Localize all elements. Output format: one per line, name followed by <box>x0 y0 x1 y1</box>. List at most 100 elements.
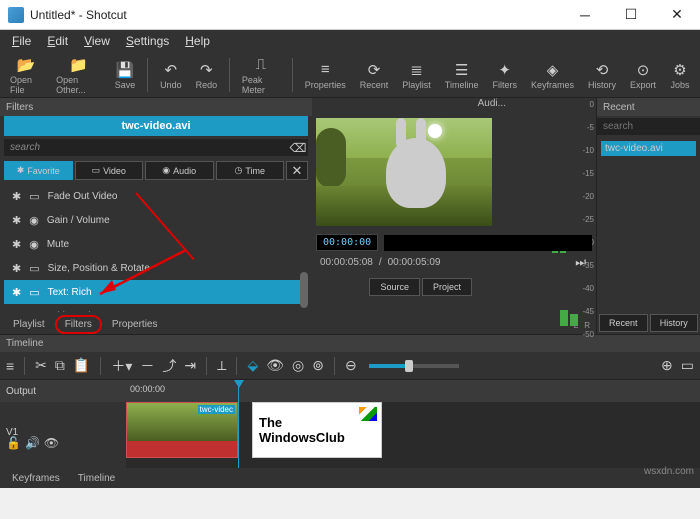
filter-item-selected[interactable]: ✱▭Text: Rich <box>4 280 308 304</box>
video-icon: ▭ <box>29 262 39 275</box>
timeline-panel-title: Timeline <box>0 334 700 352</box>
tab-playlist[interactable]: Playlist <box>4 316 54 333</box>
zoom-fit-icon[interactable]: ▭ <box>681 357 694 374</box>
filters-panel: Filters twc-video.avi ⌫ ✱Favorite ▭Video… <box>0 98 312 334</box>
export-button[interactable]: ⊙Export <box>624 58 662 92</box>
filter-item[interactable]: ✱◉Gain / Volume <box>4 208 308 232</box>
menu-edit[interactable]: Edit <box>39 34 76 48</box>
category-video[interactable]: ▭Video <box>75 161 144 180</box>
zoom-in-icon[interactable]: ⊕ <box>661 357 673 374</box>
peak-meter-button[interactable]: ⎍Peak Meter <box>236 53 286 97</box>
undo-button[interactable]: ↶Undo <box>154 58 188 92</box>
properties-button[interactable]: ≡Properties <box>299 58 352 92</box>
ripple-all-icon[interactable]: ⊚ <box>312 357 324 374</box>
tab-timeline[interactable]: Timeline <box>70 471 123 486</box>
keyframes-icon: ◈ <box>542 60 562 80</box>
cut-icon[interactable]: ✂ <box>35 357 47 374</box>
scrollbar-thumb[interactable] <box>300 272 308 308</box>
snap-icon[interactable]: ⬙ <box>247 357 258 374</box>
save-button[interactable]: 💾Save <box>109 58 142 92</box>
watermark: wsxdn.com <box>644 466 694 477</box>
source-button[interactable]: Source <box>369 278 420 296</box>
history-button[interactable]: ⟲History <box>582 58 622 92</box>
video-icon: ▭ <box>29 310 39 313</box>
menu-view[interactable]: View <box>76 34 118 48</box>
properties-icon: ≡ <box>315 60 335 80</box>
recent-item[interactable]: twc-video.avi <box>601 141 696 156</box>
meter-icon: ⎍ <box>251 55 271 75</box>
mute-icon[interactable]: 🔊 <box>25 436 40 450</box>
recent-button[interactable]: ⟳Recent <box>354 58 395 92</box>
maximize-button[interactable]: ☐ <box>608 0 654 30</box>
open-other-button[interactable]: 📁Open Other... <box>50 53 107 97</box>
filter-item[interactable]: ✱◉Mute <box>4 232 308 256</box>
tab-history[interactable]: History <box>650 314 699 332</box>
category-favorite[interactable]: ✱Favorite <box>4 161 73 180</box>
filter-category-row: ✱Favorite ▭Video ◉Audio ◷Time ✕ <box>4 161 308 180</box>
open-file-button[interactable]: 📂Open File <box>4 53 48 97</box>
audio-panel-title: Audi... <box>478 98 506 109</box>
category-time[interactable]: ◷Time <box>216 161 285 180</box>
output-track-header[interactable]: Output <box>0 380 126 402</box>
lock-icon[interactable]: 🔓 <box>6 436 21 450</box>
filters-button[interactable]: ✦Filters <box>486 58 523 92</box>
redo-button[interactable]: ↷Redo <box>190 58 224 92</box>
jobs-icon: ⚙ <box>670 60 690 80</box>
timeline-ruler[interactable]: 00:00:00 <box>126 380 700 402</box>
timeline-toolbar: ≡ ✂ ⧉ 📋 ＋▾ － ⤴ ⇥ ⟂ ⬙ 👁 ◎ ⊚ ⊖ ⊕ ▭ <box>0 352 700 380</box>
timeline-button[interactable]: ☰Timeline <box>439 58 485 92</box>
audio-icon: ◉ <box>29 238 39 251</box>
zoom-out-icon[interactable]: ⊖ <box>345 357 357 374</box>
filter-item[interactable]: ✱▭Size, Position & Rotate <box>4 256 308 280</box>
timecode-in[interactable]: 00:00:00 <box>316 234 378 251</box>
menu-file[interactable]: File <box>4 34 39 48</box>
meter-label-r: R <box>584 321 590 330</box>
tab-keyframes[interactable]: Keyframes <box>4 471 68 486</box>
tab-properties[interactable]: Properties <box>103 316 167 333</box>
menu-help[interactable]: Help <box>177 34 218 48</box>
playlist-button[interactable]: ≣Playlist <box>396 58 437 92</box>
redo-icon: ↷ <box>196 60 216 80</box>
export-icon: ⊙ <box>633 60 653 80</box>
zoom-slider[interactable] <box>369 364 459 368</box>
close-button[interactable]: ✕ <box>654 0 700 30</box>
video-icon: ▭ <box>29 286 39 299</box>
filters-search-input[interactable] <box>4 139 288 156</box>
track-header[interactable]: V1 🔓 🔊 👁 <box>0 402 126 462</box>
tab-filters[interactable]: Filters <box>56 316 101 333</box>
overwrite-icon[interactable]: ⇥ <box>184 357 196 374</box>
remove-icon[interactable]: － <box>140 356 154 376</box>
minimize-button[interactable]: ─ <box>562 0 608 30</box>
jobs-button[interactable]: ⚙Jobs <box>664 58 696 92</box>
copy-icon[interactable]: ⧉ <box>55 357 65 374</box>
filter-item[interactable]: ✱▭Fade Out Video <box>4 184 308 208</box>
timeline-tracks[interactable]: 00:00:00 twc-videc The WindowsClub <box>126 380 700 468</box>
ripple-icon[interactable]: ◎ <box>292 357 304 374</box>
timeline-tabs: Keyframes Timeline <box>0 468 700 488</box>
filter-item[interactable]: ✱▭White Balance <box>4 304 308 312</box>
paste-icon[interactable]: 📋 <box>73 357 90 374</box>
playhead[interactable] <box>238 380 239 468</box>
filter-list[interactable]: ✱▭Fade Out Video ✱◉Gain / Volume ✱◉Mute … <box>4 184 308 312</box>
menu-icon[interactable]: ≡ <box>6 358 14 374</box>
scrub-bar[interactable] <box>384 235 592 251</box>
recent-search-input[interactable] <box>597 118 700 135</box>
clear-search-icon[interactable]: ⌫ <box>288 139 308 156</box>
split-icon[interactable]: ⟂ <box>217 357 226 374</box>
video-preview[interactable] <box>316 118 492 226</box>
preview-panel: Audi... 0-5-10 -15-20-25 -30-35-40 -45-5… <box>312 98 596 334</box>
timeline-clip[interactable]: twc-videc <box>126 402 238 458</box>
hide-icon[interactable]: 👁 <box>44 436 59 450</box>
tab-recent[interactable]: Recent <box>599 314 648 332</box>
menu-settings[interactable]: Settings <box>118 34 177 48</box>
save-icon: 💾 <box>115 60 135 80</box>
append-icon[interactable]: ＋▾ <box>111 356 132 376</box>
windowsclub-overlay: The WindowsClub <box>252 402 382 458</box>
keyframes-button[interactable]: ◈Keyframes <box>525 58 580 92</box>
category-audio[interactable]: ◉Audio <box>145 161 214 180</box>
menubar: File Edit View Settings Help <box>0 30 700 52</box>
scrub-drag-icon[interactable]: 👁 <box>266 357 284 374</box>
lift-icon[interactable]: ⤴ <box>162 356 176 376</box>
project-button[interactable]: Project <box>422 278 472 296</box>
close-categories-button[interactable]: ✕ <box>286 161 308 180</box>
